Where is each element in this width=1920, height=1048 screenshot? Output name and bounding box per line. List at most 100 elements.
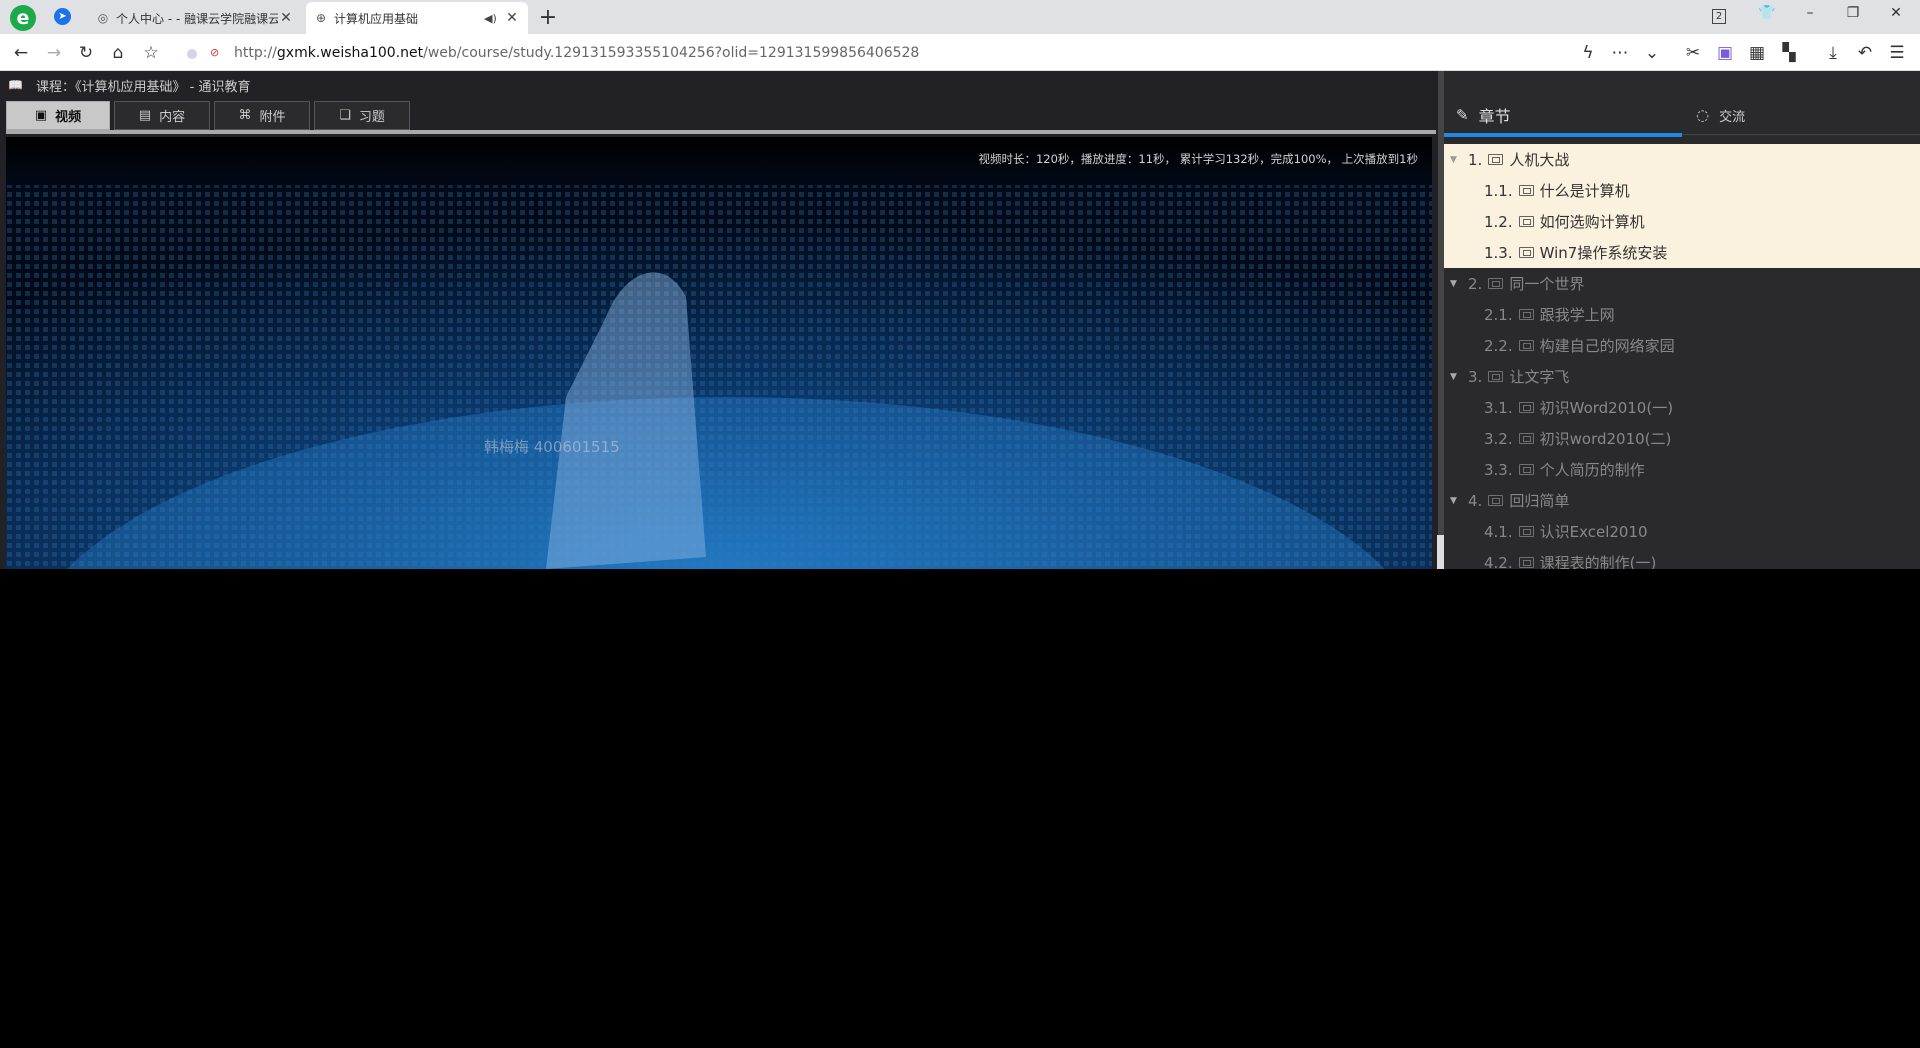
tab-chapters[interactable]: ✎ 章节 [1456,97,1511,133]
video-icon [1518,464,1534,475]
video-watermark: 韩梅梅 400601515 [484,438,620,456]
video-icon [1518,340,1534,351]
video-icon [1518,247,1534,258]
expand-arrow-icon[interactable]: ▼ [1450,155,1462,165]
video-icon [1518,526,1534,537]
outline-title: 什么是计算机 [1539,182,1630,200]
browser-tab-course[interactable]: ⊕ 计算机应用基础 ◀) ✕ [306,2,528,34]
insecure-icon[interactable]: ⊘ [210,47,222,59]
splitter-handle[interactable] [1437,535,1444,569]
expand-arrow-icon[interactable]: ▼ [1450,279,1462,289]
apps-icon[interactable]: ▚ [1778,42,1800,64]
undo-icon[interactable]: ↶ [1854,42,1876,64]
expand-arrow-icon[interactable]: ▼ [1450,496,1462,506]
lightning-icon[interactable]: ϟ [1577,42,1599,64]
lesson-item[interactable]: 3.1. 初识Word2010(一) [1444,392,1920,423]
home-icon[interactable]: ⌂ [107,42,129,64]
site-info-icon[interactable] [187,49,197,59]
course-header: 📖 课程：《计算机应用基础》 - 通识教育 [0,71,250,99]
lesson-item[interactable]: 2.1. 跟我学上网 [1444,299,1920,330]
browser-tab-bar: e ➤ ◎ 个人中心 - - 融课云学院融课云 ✕ ⊕ 计算机应用基础 ◀) ✕… [0,0,1920,34]
outline-title: 如何选购计算机 [1539,213,1645,231]
outline-title: 初识Word2010(一) [1539,399,1674,417]
tab-count-icon[interactable]: 2 [1712,9,1726,24]
chapter-item[interactable]: ▼ 3. 让文字飞 [1444,361,1920,392]
chevron-down-icon[interactable]: ⌄ [1641,42,1663,64]
expand-arrow-icon[interactable]: ▼ [1450,372,1462,382]
lesson-item[interactable]: 1.1. 什么是计算机 [1444,175,1920,206]
outline-title: 个人简历的制作 [1539,461,1645,479]
doc-icon: ▤ [138,108,152,123]
tab-discussion[interactable]: ◌ 交流 [1696,97,1745,133]
tab-label: 章节 [1478,107,1511,126]
sound-icon[interactable]: ◀) [484,12,500,25]
lesson-item[interactable]: 3.2. 初识word2010(二) [1444,423,1920,454]
scissors-icon[interactable]: ✂ [1682,42,1704,64]
video-icon [1518,433,1534,444]
skin-icon[interactable]: 👕 [1757,5,1777,21]
outline-title: 人机大战 [1509,151,1570,169]
qrcode-icon[interactable]: ▦ [1746,42,1768,64]
lesson-item[interactable]: 1.2. 如何选购计算机 [1444,206,1920,237]
tab-video[interactable]: ▣ 视频 [6,101,110,130]
lesson-item[interactable]: 2.2. 构建自己的网络家园 [1444,330,1920,361]
chapter-item[interactable]: ▼ 1. 人机大战 [1444,144,1920,175]
page-content: 📖 课程：《计算机应用基础》 - 通识教育 ▣ 视频 ▤ 内容 ⌘ 附件 ❏ 习… [0,71,1920,572]
video-icon [1488,278,1504,289]
lesson-item[interactable]: 3.3. 个人简历的制作 [1444,454,1920,485]
window-close-icon[interactable]: ✕ [1886,5,1906,21]
video-icon [1518,216,1534,227]
lesson-item[interactable]: 1.3. Win7操作系统安装 [1444,237,1920,268]
chapter-item[interactable]: ▼ 2. 同一个世界 [1444,268,1920,299]
forward-icon[interactable]: → [43,42,65,64]
book-icon: 📖 [8,78,23,92]
outline-number: 1.1. [1484,181,1513,200]
minimize-icon[interactable]: – [1800,5,1820,21]
outline-title: Win7操作系统安装 [1539,244,1668,262]
more-icon[interactable]: ⋯ [1609,42,1631,64]
chapter-item[interactable]: ▼ 4. 回归简单 [1444,485,1920,516]
tab-exercise[interactable]: ❏ 习题 [314,101,410,130]
outline-number: 4.1. [1484,522,1513,541]
download-icon[interactable]: ⤓ [1822,42,1844,64]
globe-icon: ⊕ [315,11,327,25]
new-tab-button[interactable]: + [536,5,560,30]
outline-number: 2.1. [1484,305,1513,324]
close-icon[interactable]: ✕ [504,10,520,26]
tab-label: 内容 [159,110,186,125]
translate-icon[interactable]: ▣ [1714,42,1736,64]
close-icon[interactable]: ✕ [278,10,294,26]
blank-area [0,569,1920,1048]
outline-number: 1.3. [1484,243,1513,262]
tab-title: 计算机应用基础 [334,11,419,26]
outline-title: 让文字飞 [1509,368,1570,386]
tab-label: 附件 [259,110,286,125]
outline-number: 3.3. [1484,460,1513,479]
outline-title: 回归简单 [1509,492,1570,510]
tab-attachment[interactable]: ⌘ 附件 [214,101,310,130]
tab-title: 个人中心 - - 融课云学院融课云 [116,11,278,26]
sidebar-tabs: ✎ 章节 ◌ 交流 [1444,97,1920,135]
video-stats: 视频时长：120秒，播放进度：11秒， 累计学习132秒，完成100%， 上次播… [978,152,1418,166]
user-icon: ◎ [97,11,109,25]
course-main: 📖 课程：《计算机应用基础》 - 通识教育 ▣ 视频 ▤ 内容 ⌘ 附件 ❏ 习… [0,71,1438,569]
back-icon[interactable]: ← [10,42,32,64]
outline-number: 1.2. [1484,212,1513,231]
content-tabs: ▣ 视频 ▤ 内容 ⌘ 附件 ❏ 习题 [6,101,414,130]
address-bar[interactable]: http:// gxmk.weisha100.net /web/course/s… [234,34,919,71]
video-icon [1518,185,1534,196]
restore-icon[interactable]: ❐ [1843,5,1863,21]
favorites-icon[interactable]: ☆ [140,42,162,64]
lesson-item[interactable]: 4.1. 认识Excel2010 [1444,516,1920,547]
url-host: gxmk.weisha100.net [276,44,424,61]
outline-title: 初识word2010(二) [1539,430,1672,448]
browser-tab-personal-center[interactable]: ◎ 个人中心 - - 融课云学院融课云 ✕ [88,2,302,34]
reload-icon[interactable]: ↻ [75,42,97,64]
tab-content[interactable]: ▤ 内容 [114,101,210,130]
outline-title: 跟我学上网 [1539,306,1615,324]
outline-number: 2. [1468,274,1483,293]
pinned-tab-icon[interactable]: ➤ [54,8,71,25]
copy-icon: ❏ [339,108,351,123]
menu-icon[interactable]: ☰ [1886,42,1908,64]
video-player[interactable]: 视频时长：120秒，播放进度：11秒， 累计学习132秒，完成100%， 上次播… [6,137,1432,569]
